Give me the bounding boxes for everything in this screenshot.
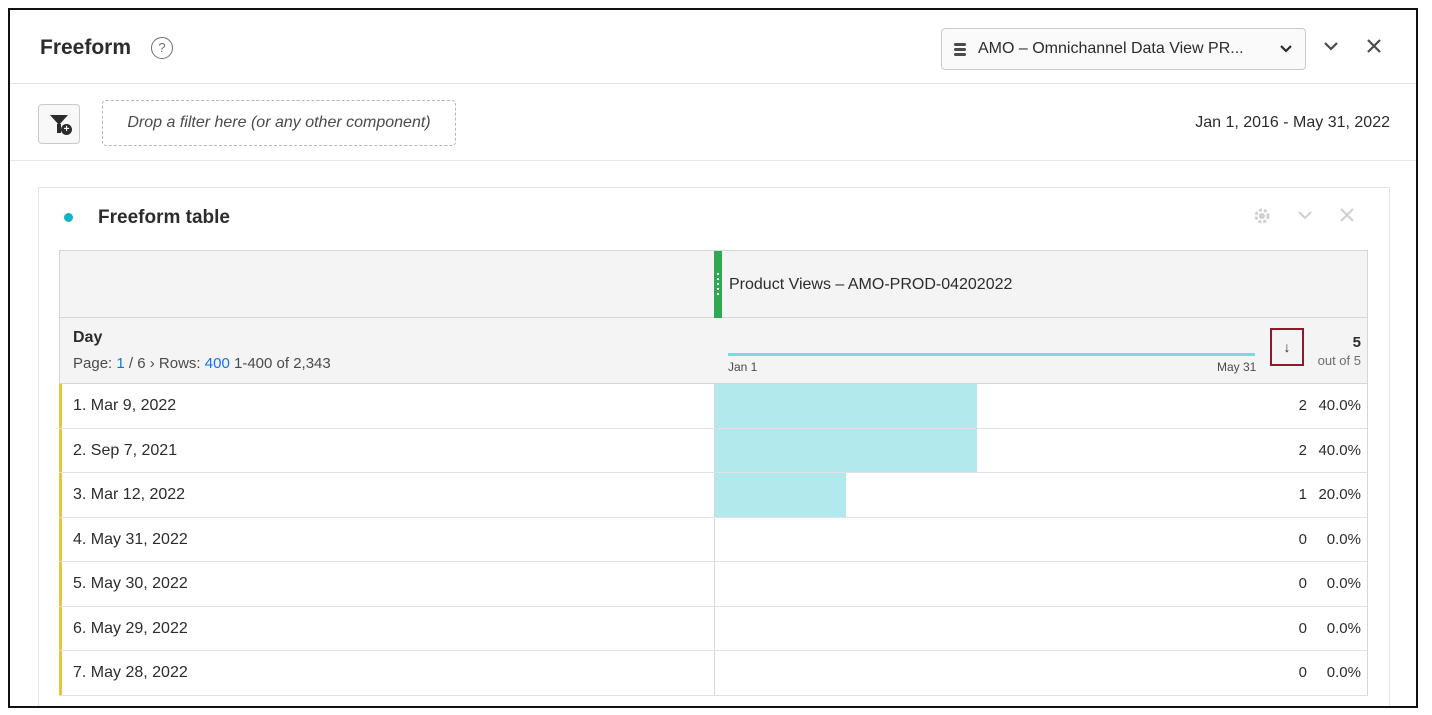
collapse-panel-icon[interactable] — [1322, 36, 1340, 60]
sort-descending-button[interactable]: ↓ — [1270, 328, 1304, 366]
table-row[interactable]: 5. May 30, 2022 0 0.0% — [59, 562, 1368, 607]
row-percent-bar — [715, 384, 977, 428]
help-icon[interactable]: ? — [151, 37, 173, 59]
row-percent: 40.0% — [1318, 441, 1361, 459]
row-percent: 0.0% — [1326, 530, 1361, 548]
plus-icon: + — [61, 124, 72, 135]
row-accent — [59, 473, 62, 517]
row-range: 1-400 of 2,343 — [233, 355, 331, 372]
row-value: 0 — [1298, 619, 1307, 637]
metric-header-row: Product Views – AMO-PROD-04202022 — [59, 250, 1368, 318]
row-label[interactable]: 1. Mar 9, 2022 — [73, 397, 176, 415]
row-value: 2 — [1298, 441, 1307, 459]
row-percent: 40.0% — [1318, 397, 1361, 414]
add-filter-button[interactable]: + — [38, 104, 80, 144]
row-percent: 0.0% — [1326, 575, 1361, 592]
row-percent: 0.0% — [1326, 619, 1361, 637]
chevron-down-icon[interactable] — [1296, 206, 1314, 230]
page-number[interactable]: 1 — [116, 355, 124, 372]
row-label[interactable]: 6. May 29, 2022 — [73, 620, 188, 638]
next-page-button[interactable]: › — [150, 355, 155, 372]
row-percent: 0.0% — [1326, 664, 1361, 681]
row-value: 0 — [1298, 530, 1307, 548]
row-accent — [59, 651, 62, 695]
row-label[interactable]: 7. May 28, 2022 — [73, 664, 188, 682]
data-view-picker[interactable]: AMO – Omnichannel Data View PR... — [941, 28, 1306, 70]
row-label[interactable]: 4. May 31, 2022 — [73, 531, 188, 549]
panel-status-dot — [64, 213, 73, 222]
row-label[interactable]: 2. Sep 7, 2021 — [73, 442, 177, 460]
table-row[interactable]: 4. May 31, 2022 0 0.0% — [59, 517, 1368, 562]
row-accent — [59, 517, 62, 561]
row-value: 2 — [1298, 397, 1307, 414]
panel-title: Freeform table — [98, 207, 230, 228]
close-icon[interactable] — [1338, 206, 1356, 230]
row-value: 0 — [1298, 575, 1307, 592]
row-accent — [59, 384, 62, 428]
row-percent-bar — [715, 473, 846, 517]
filter-bar: + Drop a filter here (or any other compo… — [10, 85, 1416, 161]
row-value: 0 — [1298, 664, 1307, 681]
database-icon — [954, 42, 968, 56]
page-title: Freeform — [40, 36, 132, 59]
row-accent — [59, 606, 62, 650]
table-body: 1. Mar 9, 2022 2 40.0% 2. Sep 7, 2021 2 40.0%… — [59, 384, 1368, 696]
workspace-frame: Freeform ? AMO – Omnichannel Data View P… — [8, 8, 1418, 708]
freeform-table: Product Views – AMO-PROD-04202022 Day Pa… — [59, 250, 1368, 696]
row-percent: 20.0% — [1318, 486, 1361, 503]
rows-per-page[interactable]: 400 — [205, 355, 230, 372]
project-header: Freeform ? AMO – Omnichannel Data View P… — [10, 10, 1416, 84]
chevron-down-icon — [1279, 41, 1293, 57]
table-row[interactable]: 1. Mar 9, 2022 2 40.0% — [59, 384, 1368, 429]
column-total-of: out of 5 — [1317, 353, 1361, 368]
table-row[interactable]: 6. May 29, 2022 0 0.0% — [59, 606, 1368, 651]
metric-column-header[interactable]: Product Views – AMO-PROD-04202022 — [729, 276, 1012, 294]
sparkline-end-label: May 31 — [1217, 360, 1257, 374]
pagination: Page: 1 / 6 › Rows: 400 1-400 of 2,343 — [73, 355, 331, 372]
row-label[interactable]: 5. May 30, 2022 — [73, 575, 188, 593]
row-value: 1 — [1298, 486, 1307, 503]
dimension-header-row: Day Page: 1 / 6 › Rows: 400 1-400 of 2,3… — [59, 318, 1368, 384]
data-view-label: AMO – Omnichannel Data View PR... — [978, 40, 1244, 57]
row-accent — [59, 428, 62, 472]
trend-sparkline — [728, 353, 1255, 356]
table-row[interactable]: 2. Sep 7, 2021 2 40.0% — [59, 428, 1368, 473]
gear-icon[interactable] — [1252, 206, 1272, 232]
freeform-table-panel: Freeform table Product Views – AMO-PROD-… — [38, 187, 1390, 706]
metric-drag-handle[interactable] — [714, 251, 722, 318]
row-accent — [59, 562, 62, 606]
sparkline-start-label: Jan 1 — [728, 360, 758, 374]
row-label[interactable]: 3. Mar 12, 2022 — [73, 486, 185, 504]
row-percent-bar — [715, 428, 977, 472]
filter-drop-zone[interactable]: Drop a filter here (or any other compone… — [102, 100, 456, 146]
close-icon[interactable] — [1365, 36, 1383, 60]
column-total: 5 — [1352, 334, 1361, 351]
table-row[interactable]: 3. Mar 12, 2022 1 20.0% — [59, 473, 1368, 518]
dimension-header[interactable]: Day — [73, 329, 102, 347]
date-range[interactable]: Jan 1, 2016 - May 31, 2022 — [1195, 114, 1390, 132]
table-row[interactable]: 7. May 28, 2022 0 0.0% — [59, 651, 1368, 696]
